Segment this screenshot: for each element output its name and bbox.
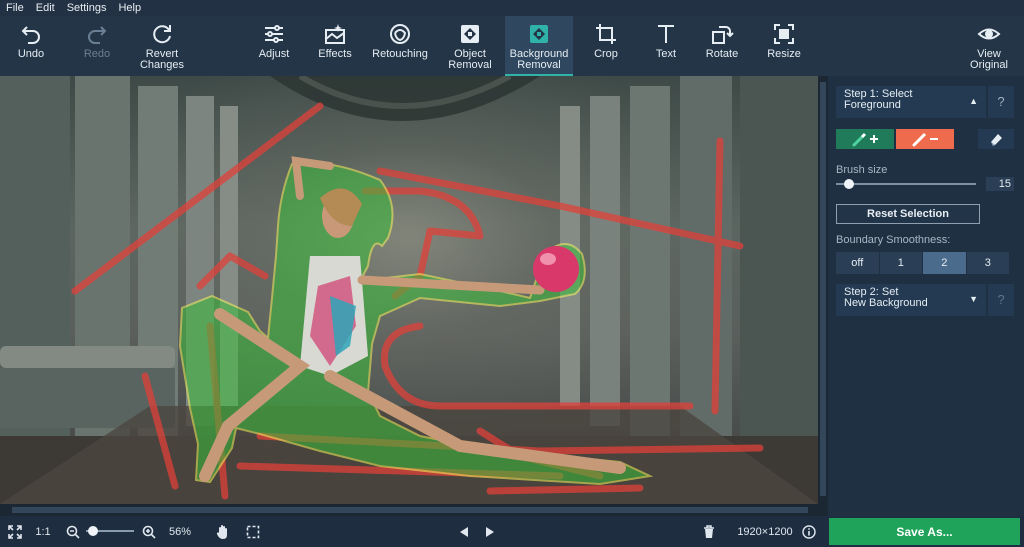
crop-icon (596, 24, 616, 44)
view-original-button[interactable]: View Original (964, 16, 1014, 76)
brush-plus-icon (852, 132, 878, 147)
toolbar: Undo Redo Revert Changes Adjust Effects … (0, 16, 1024, 76)
text-button[interactable]: Text (646, 16, 686, 76)
eraser-icon (991, 134, 1002, 146)
retouching-icon (390, 24, 410, 44)
resize-label: Resize (767, 48, 801, 60)
retouching-label: Retouching (372, 48, 428, 60)
rotate-label: Rotate (705, 48, 739, 60)
photo-with-selection (0, 76, 818, 504)
undo-button[interactable]: Undo (8, 16, 54, 76)
background-removal-icon (530, 25, 548, 43)
image-dimensions: 1920×1200 (737, 525, 793, 538)
prev-icon (460, 526, 468, 537)
object-removal-button[interactable]: Object Removal (446, 16, 494, 76)
undo-label: Undo (17, 48, 45, 60)
info-icon (802, 524, 816, 539)
smoothness-3[interactable]: 3 (966, 252, 1010, 274)
rotate-icon (712, 26, 734, 44)
rotate-button[interactable]: Rotate (700, 16, 744, 76)
step1-help-button[interactable]: ? (988, 86, 1014, 118)
foreground-brush-button[interactable] (836, 129, 894, 149)
hand-tool-button[interactable] (212, 516, 234, 547)
effects-button[interactable]: Effects (313, 16, 357, 76)
adjust-label: Adjust (258, 48, 290, 60)
object-removal-icon (461, 25, 479, 43)
effects-icon (325, 24, 345, 44)
menu-help[interactable]: Help (112, 2, 147, 14)
background-brush-button[interactable] (896, 129, 954, 149)
hand-icon (216, 524, 227, 539)
zoom-out-icon (66, 525, 80, 539)
crop-label: Crop (594, 48, 618, 60)
step1-header[interactable]: Step 1: Select Foreground ▲ (836, 86, 986, 118)
fullscreen-icon (8, 524, 22, 539)
resize-icon (774, 24, 794, 44)
menu-edit[interactable]: Edit (30, 2, 61, 14)
revert-label: Revert Changes (139, 48, 185, 71)
smoothness-2[interactable]: 2 (923, 252, 967, 274)
next-image-button[interactable] (482, 516, 498, 547)
retouching-button[interactable]: Retouching (370, 16, 430, 76)
zoom-out-button[interactable] (64, 516, 82, 547)
step2-header[interactable]: Step 2: Set New Background ▼ (836, 284, 986, 316)
vertical-scrollbar[interactable] (818, 76, 828, 504)
brush-minus-icon (912, 132, 938, 147)
brush-size-label: Brush size (836, 164, 888, 176)
previous-image-button[interactable] (456, 516, 472, 547)
object-removal-label: Object Removal (448, 48, 492, 71)
menu-bar: File Edit Settings Help (0, 0, 1024, 16)
actual-size-button[interactable]: 1:1 (32, 516, 54, 547)
collapse-icon: ▲ (969, 96, 978, 106)
menu-file[interactable]: File (0, 2, 30, 14)
view-original-label: View Original (970, 48, 1008, 71)
zoom-slider-handle[interactable] (88, 526, 98, 536)
background-removal-button[interactable]: Background Removal (505, 16, 573, 76)
revert-icon (153, 25, 171, 44)
smoothness-selector: off 1 2 3 (836, 252, 1010, 274)
boundary-smoothness-label: Boundary Smoothness: (836, 234, 951, 246)
redo-icon (88, 26, 107, 44)
info-button[interactable] (800, 516, 818, 547)
smoothness-1[interactable]: 1 (879, 252, 923, 274)
step2-help-button[interactable]: ? (988, 284, 1014, 316)
adjust-button[interactable]: Adjust (252, 16, 296, 76)
smoothness-off[interactable]: off (836, 252, 880, 274)
undo-icon (21, 26, 40, 44)
reset-selection-button[interactable]: Reset Selection (836, 204, 980, 224)
text-icon (658, 25, 674, 43)
menu-settings[interactable]: Settings (61, 2, 113, 14)
eye-icon (977, 28, 1001, 40)
save-as-button[interactable]: Save As... (829, 518, 1020, 545)
background-removal-panel: Step 1: Select Foreground ▲ ? Brush size… (828, 76, 1024, 516)
zoom-in-icon (142, 525, 156, 539)
step2-label: Step 2: Set New Background (844, 286, 928, 309)
trash-icon (704, 524, 714, 538)
fullscreen-button[interactable] (4, 516, 26, 547)
brush-size-handle[interactable] (844, 179, 854, 189)
expand-icon: ▼ (969, 294, 978, 304)
select-tool-button[interactable] (242, 516, 264, 547)
background-removal-label: Background Removal (509, 48, 569, 71)
step1-label: Step 1: Select Foreground (844, 88, 913, 111)
zoom-slider[interactable] (86, 525, 134, 537)
zoom-level: 56% (168, 525, 192, 538)
image-canvas[interactable] (0, 76, 818, 504)
effects-label: Effects (318, 48, 352, 60)
resize-button[interactable]: Resize (762, 16, 806, 76)
crop-button[interactable]: Crop (586, 16, 626, 76)
delete-button[interactable] (698, 516, 720, 547)
revert-changes-button[interactable]: Revert Changes (134, 16, 190, 76)
redo-label: Redo (83, 48, 111, 60)
select-icon (246, 525, 260, 538)
adjust-icon (265, 25, 283, 43)
brush-size-value[interactable]: 15 (986, 177, 1014, 191)
text-label: Text (655, 48, 677, 60)
zoom-in-button[interactable] (140, 516, 158, 547)
redo-button[interactable]: Redo (74, 16, 120, 76)
horizontal-scrollbar[interactable] (0, 504, 828, 516)
eraser-button[interactable] (978, 129, 1014, 149)
next-icon (486, 526, 494, 537)
